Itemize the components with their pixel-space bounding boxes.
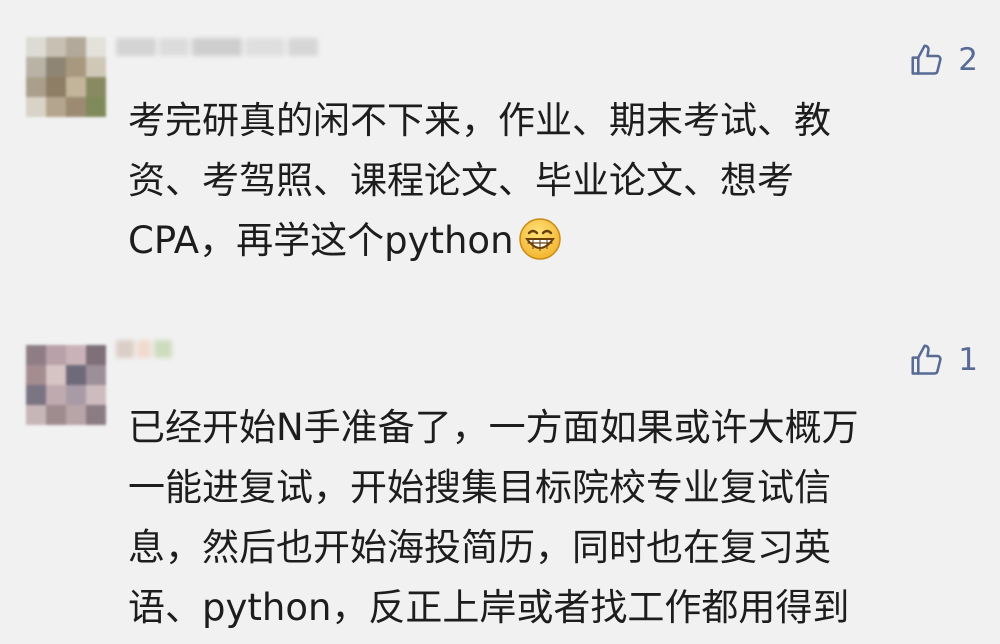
comment-text: 已经开始N手准备了，一方面如果或许大概万 一能进复试，开始搜集目标院校专业复试信… — [128, 398, 978, 638]
comment-line: 考完研真的闲不下来，作业、期末考试、教 — [128, 99, 831, 142]
comment-line: 资、考驾照、课程论文、毕业论文、想考 — [128, 159, 794, 202]
comment-line: 语、python，反正上岸或者找工作都用得到 — [128, 586, 850, 629]
comment-item: 1 已经开始N手准备了，一方面如果或许大概万 一能进复试，开始搜集目标院校专业复… — [0, 300, 1000, 644]
comment-item: 2 考完研真的闲不下来，作业、期末考试、教 资、考驾照、课程论文、毕业论文、想考… — [0, 0, 1000, 300]
comment-line: 一能进复试，开始搜集目标院校专业复试信 — [128, 466, 831, 509]
thumbs-up-icon — [911, 44, 942, 75]
comment-line-text: CPA，再学这个python — [128, 219, 514, 262]
like-button[interactable]: 1 — [908, 340, 978, 380]
like-count: 2 — [958, 42, 978, 78]
like-count: 1 — [958, 342, 978, 378]
username-blurred[interactable] — [116, 340, 176, 366]
avatar[interactable] — [26, 37, 106, 117]
thumbs-up-icon — [911, 344, 942, 375]
comment-line: 息，然后也开始海投简历，同时也在复习英 — [128, 526, 831, 569]
comment-text: 考完研真的闲不下来，作业、期末考试、教 资、考驾照、课程论文、毕业论文、想考 C… — [128, 91, 978, 271]
comment-line-last: CPA，再学这个python — [128, 211, 978, 271]
comment-line: 已经开始N手准备了，一方面如果或许大概万 — [128, 406, 859, 449]
avatar[interactable] — [26, 345, 106, 425]
like-button[interactable]: 2 — [908, 40, 978, 80]
username-blurred[interactable] — [116, 38, 326, 64]
grin-emoji — [518, 218, 561, 260]
